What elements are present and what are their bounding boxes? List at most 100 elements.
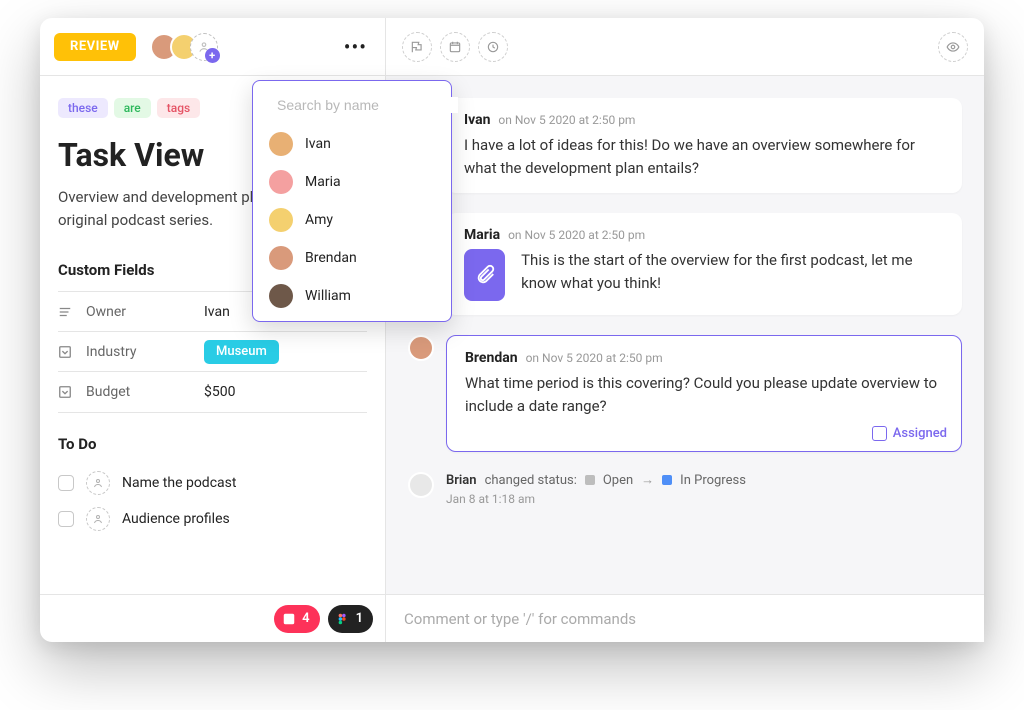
assignee-stack: + [150,33,218,61]
status-change-event: Brian changed status: Open → In Progress… [408,472,962,506]
tag[interactable]: these [58,98,108,118]
app-window: REVIEW + ••• these are tags Task View Ov… [40,18,984,642]
comment-author: Ivan [464,112,490,128]
comment-card-assigned[interactable]: Brendan on Nov 5 2020 at 2:50 pm What ti… [446,335,962,452]
status-actor: Brian [446,473,477,488]
assignee-dropdown: Ivan Maria Amy Brendan William [252,80,452,322]
left-footer: 4 1 [40,594,385,642]
status-time: Jan 8 at 1:18 am [446,492,746,506]
assignee-placeholder-icon[interactable] [86,471,110,495]
comment-placeholder: Comment or type '/' for commands [404,610,636,628]
dropdown-item-label: Maria [305,174,341,190]
attachment-icon[interactable] [464,249,505,301]
paperclip-icon [474,264,496,286]
todo-label: Name the podcast [122,475,236,491]
search-input[interactable] [277,97,458,113]
flag-icon [410,40,424,54]
avatar [408,472,434,498]
pill-count: 1 [356,611,363,626]
avatar[interactable] [408,335,434,361]
status-verb: changed status: [485,473,577,488]
eye-icon [946,40,960,54]
field-label: Budget [86,384,204,400]
right-pane: Ivan on Nov 5 2020 at 2:50 pm I have a l… [386,18,984,642]
status-from-color [585,475,595,485]
calendar-icon [448,40,462,54]
field-label: Owner [86,304,204,320]
add-assignee-button[interactable]: + [190,33,218,61]
avatar [269,132,293,156]
status-to-color [662,475,672,485]
avatar [269,208,293,232]
field-value[interactable]: Ivan [204,304,230,320]
checkbox[interactable] [58,475,74,491]
status-to: In Progress [680,473,746,488]
dropdown-item-label: Amy [305,212,333,228]
field-value[interactable]: Museum [204,340,279,364]
comment-time: on Nov 5 2020 at 2:50 pm [508,228,645,242]
comment-body: What time period is this covering? Could… [465,372,943,417]
clock-icon [486,40,500,54]
dropdown-item[interactable]: Brendan [253,239,451,277]
assigned-label: Assigned [893,426,947,441]
tag[interactable]: tags [157,98,200,118]
checkbox[interactable] [58,511,74,527]
avatar [269,284,293,308]
todo-item[interactable]: Name the podcast [58,465,367,501]
invision-pill[interactable]: 4 [274,605,319,633]
field-value[interactable]: $500 [204,384,235,400]
tag[interactable]: are [114,98,151,118]
dropdown-field-icon [58,345,78,359]
comment-card[interactable]: Maria on Nov 5 2020 at 2:50 pm This is t… [446,213,962,315]
field-label: Industry [86,344,204,360]
dropdown-item[interactable]: Amy [253,201,451,239]
dropdown-item-label: Brendan [305,250,357,266]
todo-label: Audience profiles [122,511,230,527]
watch-button[interactable] [938,32,968,62]
figma-icon [336,612,350,626]
comment-body: This is the start of the overview for th… [521,249,944,301]
figma-pill[interactable]: 1 [328,605,373,633]
checkbox-icon [872,426,887,441]
left-topbar: REVIEW + ••• [40,18,385,76]
field-row-budget[interactable]: Budget $500 [58,372,367,412]
activity-feed: Ivan on Nov 5 2020 at 2:50 pm I have a l… [386,76,984,594]
todo-item[interactable]: Audience profiles [58,501,367,537]
comment-input[interactable]: Comment or type '/' for commands [386,594,984,642]
assigned-badge[interactable]: Assigned [872,426,947,441]
dropdown-item-label: William [305,288,351,304]
dropdown-search [253,89,451,125]
plus-icon: + [205,48,220,63]
todo-section: To Do Name the podcast Audience profiles [58,435,367,537]
todo-heading: To Do [58,435,367,453]
status-button[interactable]: REVIEW [54,33,136,61]
invision-icon [282,612,296,626]
comment-body: I have a lot of ideas for this! Do we ha… [464,134,944,179]
comment: Maria on Nov 5 2020 at 2:50 pm This is t… [408,213,962,315]
dropdown-item[interactable]: William [253,277,451,315]
comment-card[interactable]: Ivan on Nov 5 2020 at 2:50 pm I have a l… [446,98,962,193]
text-field-icon [58,305,78,319]
comment-author: Maria [464,227,500,243]
avatar [269,246,293,270]
more-icon[interactable]: ••• [340,35,371,59]
field-row-industry[interactable]: Industry Museum [58,332,367,372]
comment: Ivan on Nov 5 2020 at 2:50 pm I have a l… [408,98,962,193]
flag-button[interactable] [402,32,432,62]
status-from: Open [603,473,633,488]
dropdown-item-label: Ivan [305,136,331,152]
avatar [269,170,293,194]
dropdown-item[interactable]: Maria [253,163,451,201]
comment-time: on Nov 5 2020 at 2:50 pm [526,351,663,365]
arrow-icon: → [641,472,654,488]
date-button[interactable] [440,32,470,62]
pill-count: 4 [302,611,309,626]
comment: Brendan on Nov 5 2020 at 2:50 pm What ti… [408,335,962,452]
comment-author: Brendan [465,350,518,366]
time-button[interactable] [478,32,508,62]
comment-time: on Nov 5 2020 at 2:50 pm [498,113,635,127]
dropdown-item[interactable]: Ivan [253,125,451,163]
assignee-placeholder-icon[interactable] [86,507,110,531]
dropdown-field-icon [58,385,78,399]
right-topbar [386,18,984,76]
